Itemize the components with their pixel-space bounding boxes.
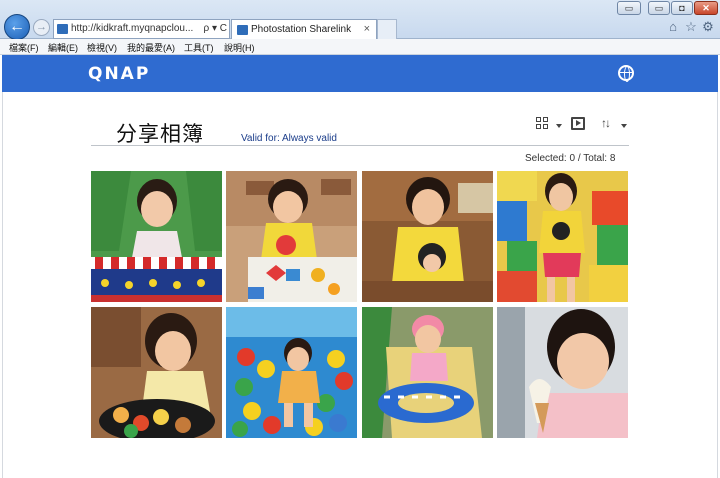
window-close-button[interactable]: ✕: [694, 1, 718, 15]
valid-for-text: Valid for: Always valid: [241, 133, 337, 144]
tab-close-icon[interactable]: ×: [364, 20, 370, 39]
star-icon[interactable]: ☆: [684, 20, 698, 34]
photo-3[interactable]: [362, 171, 493, 302]
photo-2[interactable]: [226, 171, 357, 302]
forward-arrow-icon[interactable]: →: [33, 19, 50, 36]
address-url: http://kidkraft.myqnapclou...: [71, 23, 194, 34]
menu-view[interactable]: 檢視(V): [87, 41, 117, 54]
qnap-logo: QNAP: [88, 64, 151, 84]
tab-title: Photostation Sharelink: [251, 24, 352, 35]
home-icon[interactable]: ⌂: [666, 20, 680, 34]
sort-dropdown-icon[interactable]: [621, 124, 627, 128]
photo-1[interactable]: [91, 171, 222, 302]
photo-8[interactable]: [497, 307, 628, 438]
window-minimize-button[interactable]: ▭: [648, 1, 670, 15]
site-favicon-icon: [57, 24, 68, 34]
grid-view-dropdown-icon[interactable]: [556, 124, 562, 128]
menu-file[interactable]: 檔案(F): [9, 41, 39, 54]
slideshow-icon[interactable]: [571, 117, 585, 130]
browser-chrome: ← → http://kidkraft.myqnapclou... ρ ▾ C …: [0, 0, 720, 40]
tab-photostation[interactable]: Photostation Sharelink ×: [231, 19, 377, 40]
sort-icon[interactable]: ↑↓: [601, 116, 611, 130]
tab-favicon-icon: [237, 25, 248, 35]
photo-7[interactable]: [362, 307, 493, 438]
menu-edit[interactable]: 編輯(E): [48, 41, 78, 54]
menu-favorites[interactable]: 我的最愛(A): [127, 41, 175, 54]
window-maximize-button[interactable]: ◘: [671, 1, 693, 15]
menu-tools[interactable]: 工具(T): [184, 41, 214, 54]
selection-status: Selected: 0 / Total: 8: [525, 153, 616, 164]
album-title: 分享相簿: [116, 122, 204, 146]
window-restore-small-button[interactable]: ▭: [617, 1, 641, 15]
address-bar[interactable]: http://kidkraft.myqnapclou... ρ ▾ C: [53, 19, 230, 39]
header-divider: [91, 145, 629, 146]
menu-help[interactable]: 說明(H): [224, 41, 255, 54]
photo-4[interactable]: [497, 171, 628, 302]
qnap-header: QNAP: [2, 55, 718, 92]
new-tab-button[interactable]: [377, 19, 397, 39]
photo-5[interactable]: [91, 307, 222, 438]
globe-icon[interactable]: [618, 65, 634, 82]
address-controls[interactable]: ρ ▾ C: [201, 20, 227, 38]
gear-icon[interactable]: ⚙: [701, 20, 715, 34]
photo-6[interactable]: [226, 307, 357, 438]
back-arrow-icon[interactable]: ←: [4, 14, 30, 40]
menu-bar: 檔案(F) 編輯(E) 檢視(V) 我的最愛(A) 工具(T) 說明(H): [0, 39, 720, 55]
grid-view-icon[interactable]: [536, 117, 548, 129]
